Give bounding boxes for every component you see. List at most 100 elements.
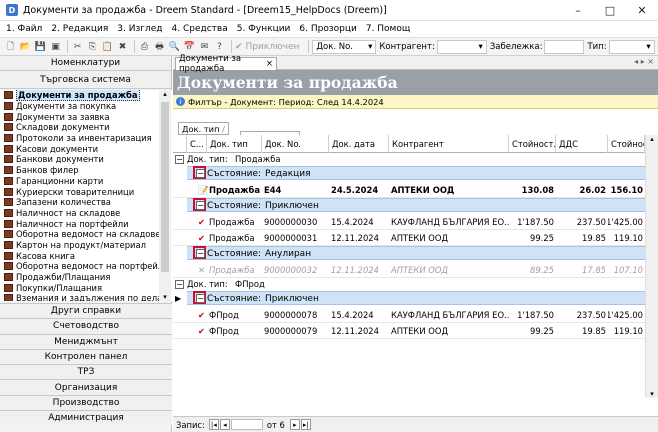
prev-record-button[interactable]: ◂ bbox=[219, 419, 230, 430]
conclude-button[interactable]: ✔ Приключен bbox=[235, 42, 299, 52]
column-header[interactable]: Док. тип bbox=[207, 135, 262, 153]
next-record-button[interactable]: ▸ bbox=[289, 419, 300, 430]
collapse-icon[interactable]: − bbox=[175, 155, 184, 164]
sidebar-section-button[interactable]: Други справки bbox=[0, 303, 172, 319]
column-header[interactable]: Док. No. bbox=[262, 135, 329, 153]
grid-scrollbar[interactable]: ▴ ▾ bbox=[645, 135, 658, 398]
nav-item[interactable]: Оборотна ведомост на складове bbox=[0, 229, 172, 240]
cut-icon[interactable]: ✂ bbox=[71, 40, 84, 53]
menu-item-6[interactable]: 6. Прозорци bbox=[299, 24, 356, 34]
nav-item[interactable]: Банков филер bbox=[0, 165, 172, 176]
group-row-state[interactable]: − Състояние: Приключен bbox=[187, 198, 645, 212]
nav-item[interactable]: Наличност на складове bbox=[0, 208, 172, 219]
open-icon[interactable]: 📂 bbox=[19, 40, 32, 53]
collapse-icon[interactable]: − bbox=[196, 201, 205, 210]
table-row[interactable]: ✔ Продажба 9000000031 12.11.2024 АПТЕКИ ООД 9… bbox=[173, 230, 645, 246]
table-row[interactable]: ✔ ФПрод 9000000079 12.11.2024 АПТЕКИ ООД 99.2… bbox=[173, 323, 645, 339]
menu-item-3[interactable]: 3. Изглед bbox=[117, 24, 162, 34]
close-icon[interactable]: × bbox=[266, 59, 273, 69]
sidebar-header-nomenclatures[interactable]: Номенклатури bbox=[0, 56, 171, 71]
nav-item[interactable]: Документи за заявка bbox=[0, 111, 172, 122]
nav-item[interactable]: Картон на продукт/материал bbox=[0, 240, 172, 251]
nav-item[interactable]: Документи за покупка bbox=[0, 101, 172, 112]
print-preview-icon[interactable]: 🖶 bbox=[153, 40, 166, 53]
print-icon[interactable]: ⎙ bbox=[138, 40, 151, 53]
nav-item[interactable]: Наличност на портфейли bbox=[0, 218, 172, 229]
collapse-icon[interactable]: − bbox=[175, 280, 184, 289]
scroll-down-icon[interactable]: ▾ bbox=[159, 293, 171, 301]
sidebar-header-trade-system[interactable]: Търговска система bbox=[0, 71, 171, 89]
scroll-up-icon[interactable]: ▴ bbox=[159, 90, 171, 98]
group-row-doc-type[interactable]: − Док. тип: ФПрод bbox=[173, 278, 645, 291]
group-row-state[interactable]: − Състояние: Анулиран bbox=[187, 246, 645, 260]
menu-item-5[interactable]: 5. Функции bbox=[237, 24, 291, 34]
nav-item[interactable]: Протоколи за инвентаризация bbox=[0, 133, 172, 144]
nav-item[interactable]: Оборотна ведомост на портфейли bbox=[0, 261, 172, 272]
column-header[interactable]: Контрагент bbox=[389, 135, 509, 153]
save-close-icon[interactable]: ▣ bbox=[49, 40, 62, 53]
sidebar-scrollbar[interactable]: ▴ ▾ bbox=[159, 90, 171, 301]
nav-item[interactable]: Банкови документи bbox=[0, 154, 172, 165]
column-header[interactable]: Стойност... bbox=[509, 135, 556, 153]
new-icon[interactable]: 🗋 bbox=[4, 40, 17, 53]
nav-item[interactable]: Документи за продажба bbox=[0, 90, 172, 102]
nav-item[interactable]: Продажби/Плащания bbox=[0, 272, 172, 283]
column-header[interactable]: Док. дата bbox=[329, 135, 389, 153]
group-chip-doc-type[interactable]: Док. тип / bbox=[178, 122, 229, 135]
menu-item-4[interactable]: 4. Средства bbox=[172, 24, 228, 34]
nav-item[interactable]: Вземания и задължения по делау bbox=[0, 293, 172, 301]
menu-item-1[interactable]: 1. Файл bbox=[6, 24, 42, 34]
sidebar-section-button[interactable]: Счетоводство bbox=[0, 318, 172, 334]
nav-item[interactable]: Складови документи bbox=[0, 122, 172, 133]
sidebar-section-button[interactable]: Производство bbox=[0, 394, 172, 411]
nav-item[interactable]: Касови документи bbox=[0, 143, 172, 154]
nav-item[interactable]: Запазени количества bbox=[0, 197, 172, 208]
nav-item[interactable]: Покупки/Плащания bbox=[0, 282, 172, 293]
tab-controls[interactable]: ◂ ▸ × bbox=[634, 57, 654, 66]
sidebar-section-button[interactable]: Контролен панел bbox=[0, 348, 172, 365]
record-number-input[interactable] bbox=[230, 419, 263, 430]
sidebar-section-button[interactable]: ТРЗ bbox=[0, 364, 172, 380]
calendar-icon[interactable]: 📅 bbox=[183, 40, 196, 53]
partner-field[interactable]: ▾ bbox=[436, 39, 487, 54]
sidebar-section-button[interactable]: Организация bbox=[0, 379, 172, 395]
help-icon[interactable]: ? bbox=[213, 40, 226, 53]
nav-item[interactable]: Касова книга bbox=[0, 250, 172, 261]
table-row[interactable]: ✔ ФПрод 9000000078 15.4.2024 КАУФЛАНД БЪЛГАР… bbox=[173, 307, 645, 323]
mail-icon[interactable]: ✉ bbox=[198, 40, 211, 53]
column-header[interactable]: ДДС bbox=[556, 135, 608, 153]
note-field[interactable] bbox=[544, 39, 585, 54]
table-row[interactable]: 📝 Продажба E44 24.5.2024 АПТЕКИ ООД 130.08 26.… bbox=[173, 182, 645, 198]
collapse-icon[interactable]: − bbox=[196, 249, 205, 258]
menu-item-7[interactable]: 7. Помощ bbox=[366, 24, 411, 34]
nav-item[interactable]: Гаранционни карти bbox=[0, 176, 172, 187]
tab-sales-documents[interactable]: Документи за продажба × bbox=[175, 54, 277, 74]
minimize-button[interactable]: – bbox=[562, 0, 594, 21]
collapse-icon[interactable]: − bbox=[196, 169, 205, 178]
group-row-doc-type[interactable]: − Док. тип: Продажба bbox=[173, 153, 645, 166]
last-record-button[interactable]: ▸| bbox=[300, 419, 311, 430]
save-icon[interactable]: 💾 bbox=[34, 40, 47, 53]
column-header[interactable]: Стойност с Д... bbox=[608, 135, 645, 153]
sidebar-section-button[interactable]: Администрация bbox=[0, 410, 172, 426]
search-icon[interactable]: 🔍 bbox=[168, 40, 181, 53]
doc-no-field[interactable]: Док. No. ▾ bbox=[312, 39, 377, 54]
table-row[interactable]: ✔ Продажба 9000000030 15.4.2024 КАУФЛАНД БЪЛ… bbox=[173, 214, 645, 230]
scroll-up-icon[interactable]: ▴ bbox=[646, 135, 658, 143]
paste-icon[interactable]: 📋 bbox=[101, 40, 114, 53]
maximize-button[interactable]: □ bbox=[594, 0, 626, 21]
sidebar-section-button[interactable]: Мениджмънт bbox=[0, 333, 172, 349]
scroll-down-icon[interactable]: ▾ bbox=[646, 390, 658, 398]
table-row[interactable]: ✕ Продажба 9000000032 12.11.2024 АПТЕКИ ООД 8… bbox=[173, 262, 645, 278]
column-header[interactable]: С... bbox=[187, 135, 207, 153]
menu-item-2[interactable]: 2. Редакция bbox=[51, 24, 108, 34]
group-row-state[interactable]: − Състояние: Приключен ▶ bbox=[175, 291, 645, 305]
collapse-icon[interactable]: − bbox=[196, 294, 205, 303]
copy-icon[interactable]: ⎘ bbox=[86, 40, 99, 53]
filter-bar[interactable]: i Филтър - Документ: Период: След 14.4.2… bbox=[173, 95, 658, 109]
close-button[interactable]: ✕ bbox=[626, 0, 658, 21]
first-record-button[interactable]: |◂ bbox=[208, 419, 219, 430]
type-field[interactable]: ▾ bbox=[608, 39, 655, 54]
group-row-state[interactable]: − Състояние: Редакция bbox=[187, 166, 645, 180]
nav-item[interactable]: Куриерски товарителници bbox=[0, 186, 172, 197]
